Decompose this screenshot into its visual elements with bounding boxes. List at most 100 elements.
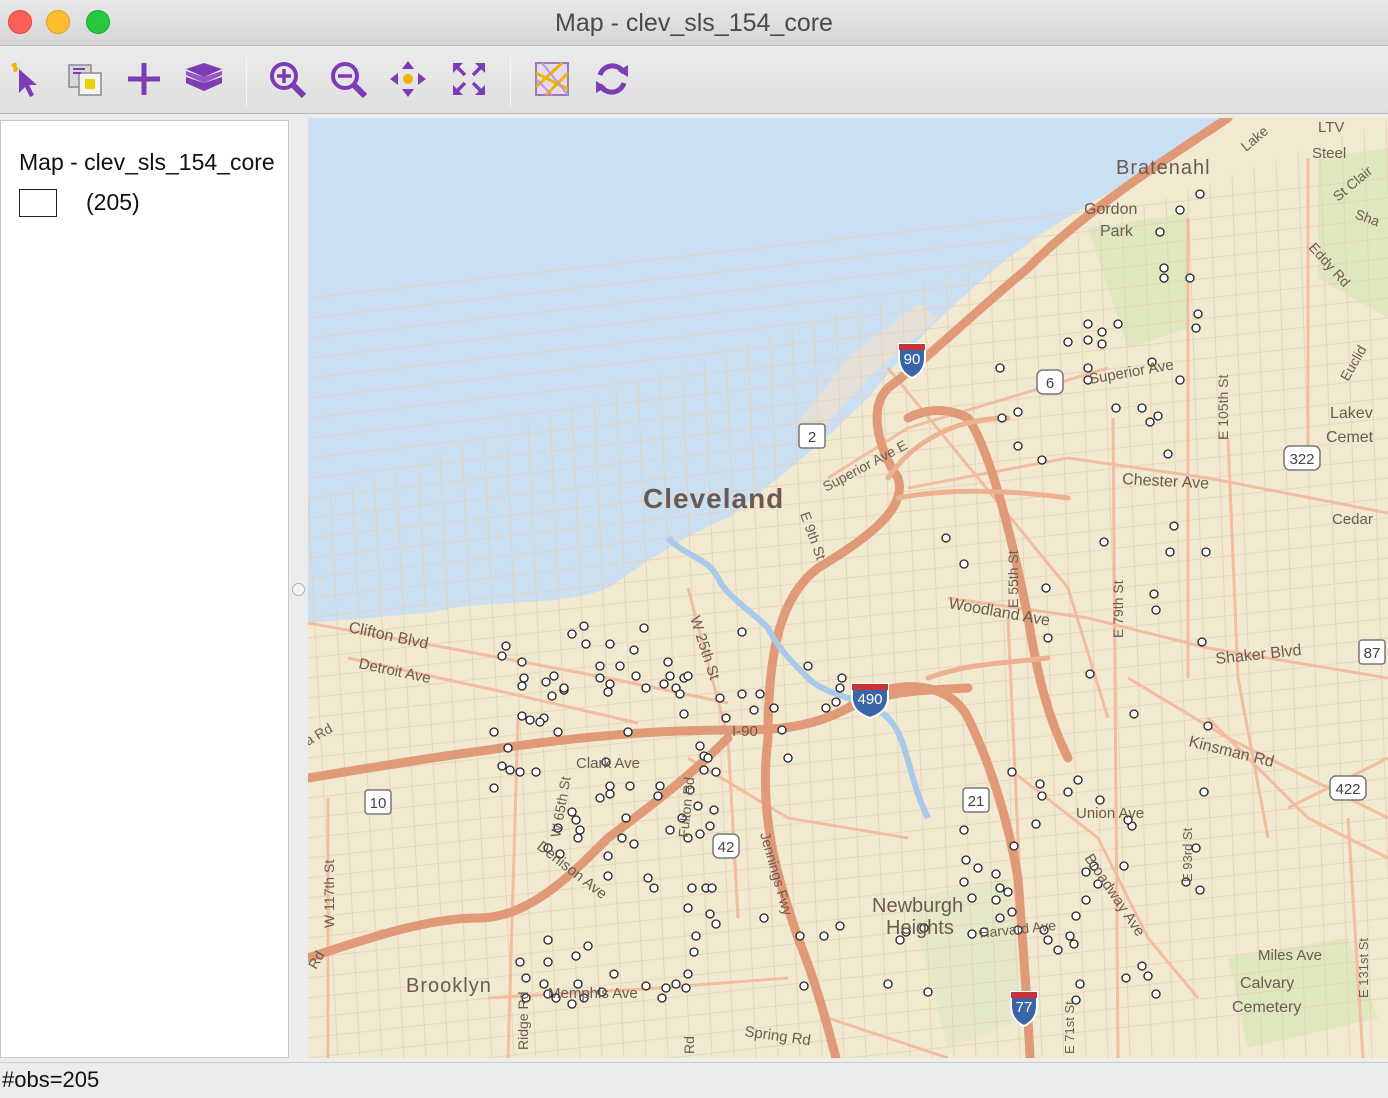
observation-point[interactable] — [603, 851, 613, 861]
observation-point[interactable] — [1037, 791, 1047, 801]
observation-point[interactable] — [959, 559, 969, 569]
observation-point[interactable] — [615, 661, 625, 671]
panel-splitter[interactable] — [289, 116, 308, 1058]
add-layer-button[interactable] — [121, 56, 167, 102]
observation-point[interactable] — [631, 671, 641, 681]
save-selection-button[interactable] — [62, 56, 108, 102]
observation-point[interactable] — [573, 833, 583, 843]
observation-point[interactable] — [821, 703, 831, 713]
observation-point[interactable] — [1075, 979, 1085, 989]
observation-point[interactable] — [1013, 407, 1023, 417]
observation-point[interactable] — [755, 689, 765, 699]
observation-point[interactable] — [581, 639, 591, 649]
observation-point[interactable] — [959, 877, 969, 887]
observation-point[interactable] — [1175, 205, 1185, 215]
observation-point[interactable] — [803, 661, 813, 671]
observation-point[interactable] — [835, 921, 845, 931]
observation-point[interactable] — [1137, 403, 1147, 413]
observation-point[interactable] — [1163, 449, 1173, 459]
observation-point[interactable] — [1035, 779, 1045, 789]
observation-point[interactable] — [1137, 961, 1147, 971]
observation-point[interactable] — [1063, 787, 1073, 797]
observation-point[interactable] — [1203, 721, 1213, 731]
observation-point[interactable] — [1129, 709, 1139, 719]
observation-point[interactable] — [567, 629, 577, 639]
observation-point[interactable] — [665, 671, 675, 681]
observation-point[interactable] — [1199, 787, 1209, 797]
observation-point[interactable] — [543, 957, 553, 967]
observation-point[interactable] — [1175, 375, 1185, 385]
observation-point[interactable] — [655, 781, 665, 791]
observation-point[interactable] — [1031, 819, 1041, 829]
observation-point[interactable] — [641, 683, 651, 693]
observation-point[interactable] — [517, 711, 527, 721]
observation-point[interactable] — [1043, 633, 1053, 643]
observation-point[interactable] — [625, 781, 635, 791]
observation-point[interactable] — [603, 871, 613, 881]
observation-point[interactable] — [835, 683, 845, 693]
observation-point[interactable] — [1197, 637, 1207, 647]
observation-point[interactable] — [1151, 605, 1161, 615]
observation-point[interactable] — [605, 679, 615, 689]
observation-point[interactable] — [641, 981, 651, 991]
observation-point[interactable] — [795, 931, 805, 941]
observation-point[interactable] — [1193, 309, 1203, 319]
observation-point[interactable] — [567, 807, 577, 817]
observation-point[interactable] — [539, 979, 549, 989]
observation-point[interactable] — [995, 913, 1005, 923]
observation-point[interactable] — [705, 821, 715, 831]
observation-point[interactable] — [1063, 337, 1073, 347]
observation-point[interactable] — [681, 983, 691, 993]
observation-point[interactable] — [657, 993, 667, 1003]
pan-button[interactable] — [385, 56, 431, 102]
observation-point[interactable] — [505, 765, 515, 775]
observation-point[interactable] — [1191, 323, 1201, 333]
observation-point[interactable] — [623, 727, 633, 737]
legend-category-swatch[interactable] — [19, 189, 57, 217]
observation-point[interactable] — [1007, 907, 1017, 917]
observation-point[interactable] — [1119, 861, 1129, 871]
zoom-out-button[interactable] — [325, 56, 371, 102]
observation-point[interactable] — [549, 671, 559, 681]
observation-point[interactable] — [709, 805, 719, 815]
map-canvas[interactable]: 90 490 77 6 322 422 42 2 10 21 87 Cleveland Braten… — [308, 118, 1388, 1058]
observation-point[interactable] — [1003, 887, 1013, 897]
observation-point[interactable] — [883, 979, 893, 989]
observation-point[interactable] — [687, 883, 697, 893]
observation-point[interactable] — [595, 673, 605, 683]
observation-point[interactable] — [737, 689, 747, 699]
observation-point[interactable] — [605, 639, 615, 649]
observation-point[interactable] — [559, 683, 569, 693]
observation-point[interactable] — [695, 741, 705, 751]
observation-point[interactable] — [629, 645, 639, 655]
observation-point[interactable] — [1159, 273, 1169, 283]
observation-point[interactable] — [707, 883, 717, 893]
observation-point[interactable] — [737, 627, 747, 637]
observation-point[interactable] — [517, 657, 527, 667]
observation-point[interactable] — [517, 681, 527, 691]
observation-point[interactable] — [621, 813, 631, 823]
observation-point[interactable] — [489, 783, 499, 793]
observation-point[interactable] — [501, 641, 511, 651]
observation-point[interactable] — [711, 767, 721, 777]
observation-point[interactable] — [973, 863, 983, 873]
observation-point[interactable] — [749, 705, 759, 715]
observation-point[interactable] — [553, 727, 563, 737]
observation-point[interactable] — [991, 895, 1001, 905]
observation-point[interactable] — [497, 761, 507, 771]
observation-point[interactable] — [721, 713, 731, 723]
observation-point[interactable] — [819, 931, 829, 941]
observation-point[interactable] — [1097, 339, 1107, 349]
layers-button[interactable] — [181, 56, 227, 102]
observation-point[interactable] — [1095, 795, 1105, 805]
observation-point[interactable] — [617, 833, 627, 843]
observation-point[interactable] — [691, 931, 701, 941]
observation-point[interactable] — [693, 801, 703, 811]
observation-point[interactable] — [995, 883, 1005, 893]
observation-point[interactable] — [991, 869, 1001, 879]
observation-point[interactable] — [1085, 669, 1095, 679]
observation-point[interactable] — [923, 987, 933, 997]
observation-point[interactable] — [1013, 441, 1023, 451]
observation-point[interactable] — [1145, 417, 1155, 427]
observation-point[interactable] — [1071, 911, 1081, 921]
